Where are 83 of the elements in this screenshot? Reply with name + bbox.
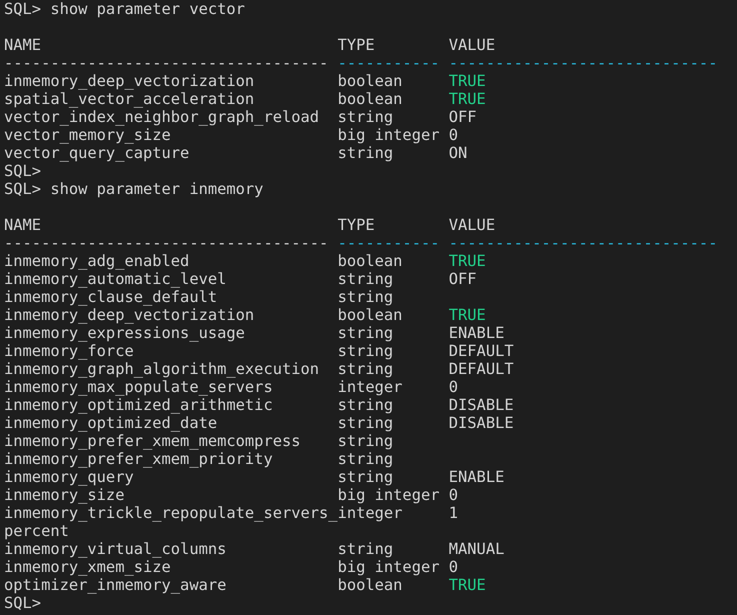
parameter-type: boolean	[338, 72, 402, 90]
dash-separator: -----------------------------	[448, 54, 718, 72]
parameter-name: inmemory_size	[4, 486, 124, 504]
parameter-type: string	[338, 432, 394, 450]
parameter-type: string	[338, 450, 394, 468]
parameter-value: DEFAULT	[448, 360, 514, 378]
parameter-name: inmemory_trickle_repopulate_servers_	[4, 504, 338, 522]
parameter-name: vector_index_neighbor_graph_reload	[4, 108, 320, 126]
parameter-type: string	[338, 144, 394, 162]
column-header: VALUE	[448, 36, 496, 54]
column-header: TYPE	[338, 216, 375, 234]
parameter-type: string	[338, 342, 394, 360]
parameter-name: inmemory_prefer_xmem_memcompress	[4, 432, 301, 450]
parameter-value: OFF	[448, 270, 477, 288]
parameter-value: 0	[448, 378, 458, 396]
parameter-name: inmemory_xmem_size	[4, 558, 171, 576]
parameter-type: string	[338, 108, 394, 126]
parameter-type: big integer	[338, 126, 440, 144]
parameter-name: optimizer_inmemory_aware	[4, 576, 226, 594]
parameter-value: TRUE	[448, 90, 486, 108]
prompt-line: SQL> show parameter vector	[4, 0, 245, 18]
prompt-line: SQL>	[4, 162, 42, 180]
parameter-value: ENABLE	[448, 468, 504, 486]
parameter-type: integer	[338, 378, 402, 396]
parameter-type: string	[338, 414, 394, 432]
parameter-name: inmemory_force	[4, 342, 134, 360]
parameter-value: DISABLE	[448, 414, 514, 432]
parameter-value: TRUE	[448, 252, 486, 270]
parameter-type: big integer	[338, 486, 440, 504]
prompt-line: SQL> show parameter inmemory	[4, 180, 264, 198]
parameter-type: string	[338, 288, 394, 306]
parameter-name: inmemory_prefer_xmem_priority	[4, 450, 273, 468]
column-header: NAME	[4, 36, 42, 54]
parameter-name: inmemory_automatic_level	[4, 270, 226, 288]
parameter-value: DISABLE	[448, 396, 514, 414]
parameter-name: inmemory_deep_vectorization	[4, 306, 254, 324]
parameter-value: TRUE	[448, 72, 486, 90]
parameter-name: inmemory_max_populate_servers	[4, 378, 273, 396]
dash-separator: -----------------------------------	[4, 54, 328, 72]
parameter-type: boolean	[338, 90, 402, 108]
parameter-type: boolean	[338, 306, 402, 324]
parameter-value: 0	[448, 558, 458, 576]
parameter-type: integer	[338, 504, 402, 522]
dash-separator: -----------------------------------	[4, 234, 328, 252]
column-header: VALUE	[448, 216, 496, 234]
parameter-name: inmemory_virtual_columns	[4, 540, 226, 558]
parameter-value: OFF	[448, 108, 477, 126]
column-header: TYPE	[338, 36, 375, 54]
parameter-name: vector_query_capture	[4, 144, 190, 162]
parameter-type: string	[338, 468, 394, 486]
dash-separator: -----------	[338, 234, 440, 252]
parameter-value: DEFAULT	[448, 342, 514, 360]
parameter-type: string	[338, 324, 394, 342]
parameter-type: big integer	[338, 558, 440, 576]
parameter-type: string	[338, 270, 394, 288]
parameter-name: inmemory_expressions_usage	[4, 324, 245, 342]
parameter-value: 1	[448, 504, 458, 522]
parameter-name: inmemory_graph_algorithm_execution	[4, 360, 320, 378]
parameter-name: inmemory_optimized_arithmetic	[4, 396, 273, 414]
parameter-name: percent	[4, 522, 69, 540]
parameter-value: ON	[448, 144, 468, 162]
parameter-name: inmemory_clause_default	[4, 288, 218, 306]
parameter-type: string	[338, 540, 394, 558]
parameter-value: 0	[448, 486, 458, 504]
parameter-type: string	[338, 360, 394, 378]
parameter-value: TRUE	[448, 306, 486, 324]
parameter-name: inmemory_adg_enabled	[4, 252, 190, 270]
dash-separator: -----------------------------	[448, 234, 718, 252]
parameter-type: boolean	[338, 252, 402, 270]
parameter-name: inmemory_query	[4, 468, 134, 486]
parameter-value: ENABLE	[448, 324, 504, 342]
prompt-line: SQL>	[4, 594, 42, 612]
parameter-value: MANUAL	[448, 540, 504, 558]
column-header: NAME	[4, 216, 42, 234]
parameter-type: string	[338, 396, 394, 414]
dash-separator: -----------	[338, 54, 440, 72]
parameter-value: 0	[448, 126, 458, 144]
parameter-name: vector_memory_size	[4, 126, 171, 144]
parameter-name: inmemory_deep_vectorization	[4, 72, 254, 90]
parameter-value: TRUE	[448, 576, 486, 594]
parameter-name: inmemory_optimized_date	[4, 414, 218, 432]
parameter-type: boolean	[338, 576, 402, 594]
parameter-name: spatial_vector_acceleration	[4, 90, 254, 108]
